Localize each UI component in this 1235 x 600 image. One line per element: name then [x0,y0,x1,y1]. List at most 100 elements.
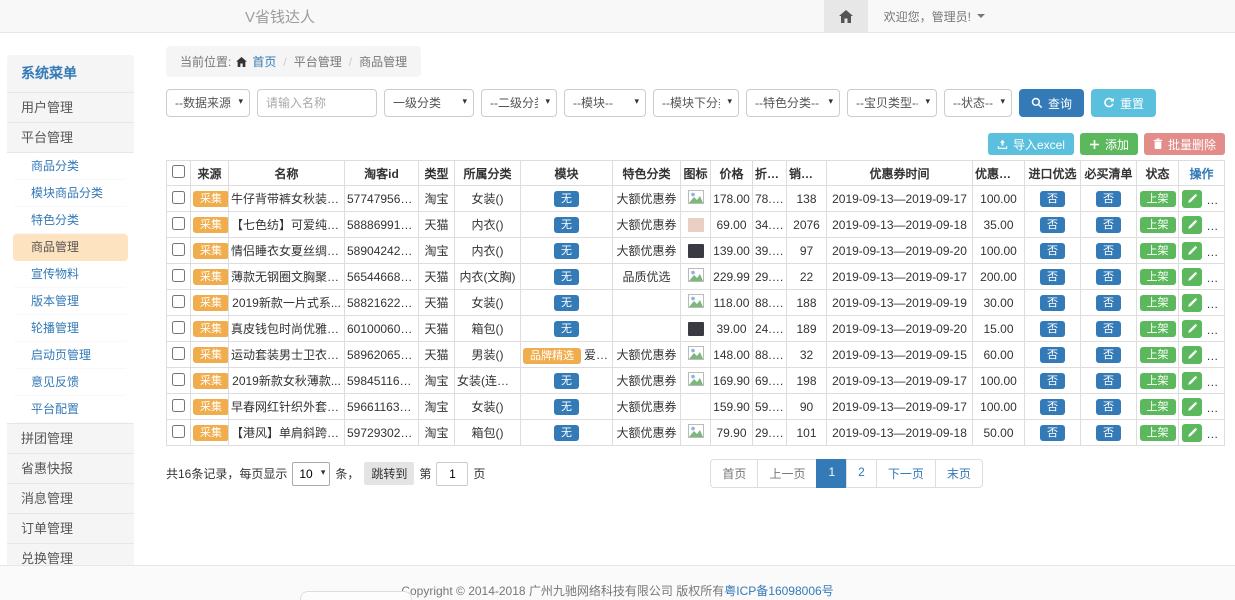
filter-select-control[interactable]: --数据来源-- [166,89,250,117]
edit-button[interactable] [1182,216,1202,234]
row-checkbox[interactable] [172,295,185,308]
delete-button[interactable] [1207,241,1224,259]
jump-button[interactable]: 跳转到 [364,462,414,485]
must-buy-toggle-button[interactable]: 否 [1096,191,1121,207]
row-checkbox[interactable] [172,191,185,204]
delete-button[interactable] [1207,423,1224,441]
filter-select-control[interactable]: 一级分类 [384,89,474,117]
must-buy-toggle-button[interactable]: 否 [1096,321,1121,337]
pagination-item-0[interactable]: 首页 [710,459,758,488]
icp-link[interactable]: 粤ICP备16098006号 [724,584,833,598]
edit-button[interactable] [1182,242,1202,260]
pagination-item-3[interactable]: 2 [846,459,877,488]
filter-select-control[interactable]: --状态-- [944,89,1012,117]
sidebar-subitem[interactable]: 特色分类 [13,207,128,234]
edit-button[interactable] [1182,268,1202,286]
edit-button[interactable] [1182,346,1202,364]
delete-button[interactable] [1207,319,1224,337]
sidebar-item-1[interactable]: 平台管理 [7,122,134,152]
edit-button[interactable] [1182,424,1202,442]
edit-button[interactable] [1182,294,1202,312]
status-toggle-button[interactable]: 上架 [1140,399,1176,415]
status-toggle-button[interactable]: 上架 [1140,191,1176,207]
import-toggle-button[interactable]: 否 [1040,217,1065,233]
sidebar-subitem[interactable]: 宣传物料 [13,261,128,288]
must-buy-toggle-button[interactable]: 否 [1096,425,1121,441]
delete-button[interactable] [1207,267,1224,285]
status-toggle-button[interactable]: 上架 [1140,425,1176,441]
pagination-item-4[interactable]: 下一页 [876,459,936,488]
must-buy-toggle-button[interactable]: 否 [1096,243,1121,259]
delete-button[interactable] [1207,345,1224,363]
sidebar-subitem[interactable]: 意见反馈 [13,369,128,396]
delete-button[interactable] [1207,397,1224,415]
must-buy-toggle-button[interactable]: 否 [1096,347,1121,363]
filter-input-name-search[interactable] [257,89,377,117]
add-button[interactable]: 添加 [1080,133,1138,155]
pagination-item-5[interactable]: 末页 [935,459,983,488]
status-toggle-button[interactable]: 上架 [1140,217,1176,233]
sidebar-item-2[interactable]: 拼团管理 [7,423,134,453]
row-checkbox[interactable] [172,243,185,256]
row-checkbox[interactable] [172,217,185,230]
filter-select-control[interactable]: --模块下分类-- [653,89,739,117]
breadcrumb-home-link[interactable]: 首页 [252,53,276,70]
pagination-item-2[interactable]: 1 [816,459,847,488]
import-toggle-button[interactable]: 否 [1040,269,1065,285]
sidebar-subitem[interactable]: 版本管理 [13,288,128,315]
delete-button[interactable] [1207,293,1224,311]
row-checkbox[interactable] [172,347,185,360]
filter-select-control[interactable]: --宝贝类型-- [847,89,937,117]
jump-page-input[interactable] [436,462,468,486]
import-toggle-button[interactable]: 否 [1040,347,1065,363]
delete-button[interactable] [1207,189,1224,207]
row-checkbox[interactable] [172,373,185,386]
must-buy-toggle-button[interactable]: 否 [1096,295,1121,311]
edit-button[interactable] [1182,320,1202,338]
sidebar-subitem[interactable]: 商品管理 [13,234,128,261]
row-checkbox[interactable] [172,269,185,282]
user-menu[interactable]: 欢迎您，管理员! [868,8,985,25]
per-page-select[interactable]: 10 [292,462,330,486]
sidebar-subitem[interactable]: 平台配置 [13,396,128,423]
pagination-item-1[interactable]: 上一页 [757,459,817,488]
row-checkbox[interactable] [172,425,185,438]
status-toggle-button[interactable]: 上架 [1140,373,1176,389]
sidebar-item-3[interactable]: 省惠快报 [7,453,134,483]
row-checkbox[interactable] [172,399,185,412]
import-toggle-button[interactable]: 否 [1040,425,1065,441]
must-buy-toggle-button[interactable]: 否 [1096,373,1121,389]
filter-select-control[interactable]: --特色分类-- [746,89,840,117]
import-toggle-button[interactable]: 否 [1040,321,1065,337]
delete-button[interactable] [1207,215,1224,233]
select-all-checkbox[interactable] [172,165,185,178]
sidebar-item-4[interactable]: 消息管理 [7,483,134,513]
delete-button[interactable] [1207,371,1224,389]
status-toggle-button[interactable]: 上架 [1140,269,1176,285]
import-toggle-button[interactable]: 否 [1040,243,1065,259]
batch-delete-button[interactable]: 批量删除 [1144,133,1225,155]
sidebar-item-5[interactable]: 订单管理 [7,513,134,543]
status-toggle-button[interactable]: 上架 [1140,295,1176,311]
search-button[interactable]: 查询 [1019,89,1084,117]
import-toggle-button[interactable]: 否 [1040,191,1065,207]
must-buy-toggle-button[interactable]: 否 [1096,217,1121,233]
must-buy-toggle-button[interactable]: 否 [1096,399,1121,415]
home-button[interactable] [824,0,868,32]
import-excel-button[interactable]: 导入excel [988,133,1074,155]
import-toggle-button[interactable]: 否 [1040,399,1065,415]
row-checkbox[interactable] [172,321,185,334]
status-toggle-button[interactable]: 上架 [1140,347,1176,363]
edit-button[interactable] [1182,398,1202,416]
sidebar-subitem[interactable]: 轮播管理 [13,315,128,342]
import-toggle-button[interactable]: 否 [1040,295,1065,311]
sidebar-item-0[interactable]: 用户管理 [7,92,134,122]
sidebar-subitem[interactable]: 模块商品分类 [13,180,128,207]
status-toggle-button[interactable]: 上架 [1140,321,1176,337]
filter-select-control[interactable]: --模块-- [564,89,646,117]
status-toggle-button[interactable]: 上架 [1140,243,1176,259]
import-toggle-button[interactable]: 否 [1040,373,1065,389]
filter-select-control[interactable]: --二级分类-- [481,89,557,117]
reset-button[interactable]: 重置 [1091,89,1156,117]
edit-button[interactable] [1182,372,1202,390]
